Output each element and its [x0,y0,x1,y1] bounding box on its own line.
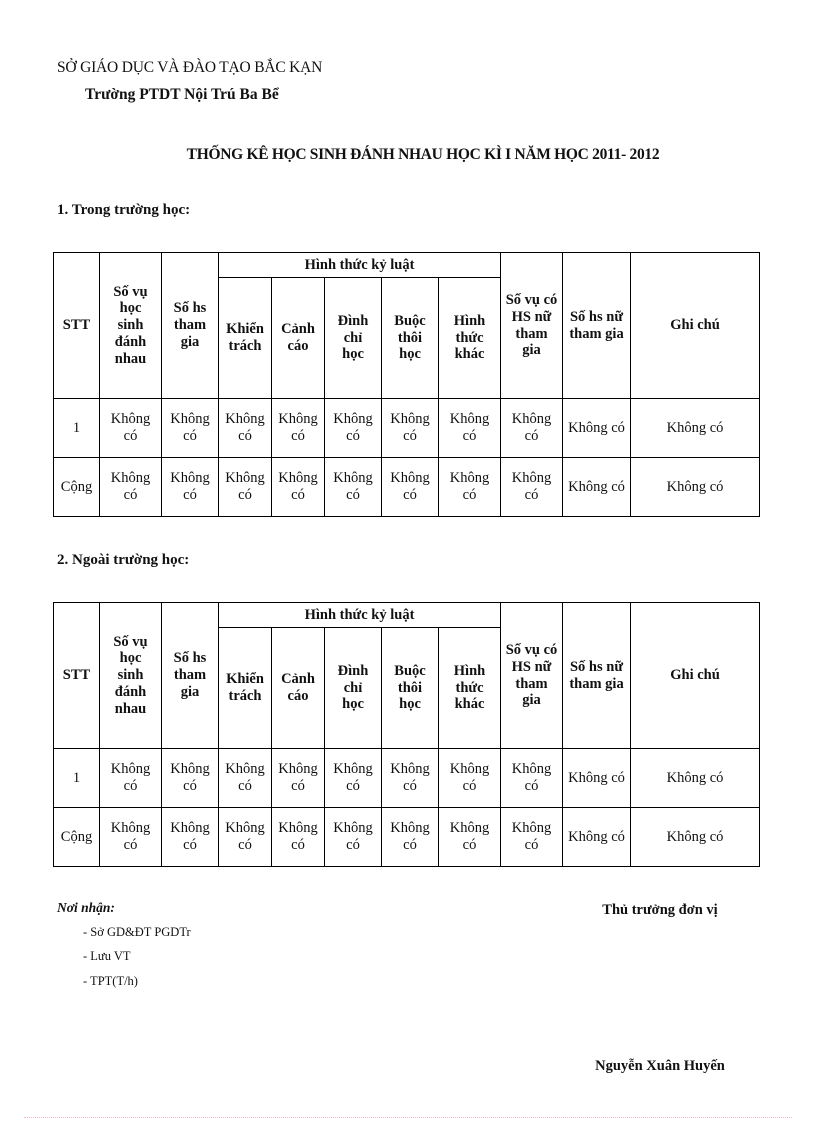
table-body: 1 Không có Không có Không có Không có Kh… [53,398,761,517]
table-in-school: STT Số vụ học sinh đánh nhau Số hs tham … [53,252,761,517]
cell-stt: Cộng [53,457,100,517]
cell-canh-cao: Không có [271,807,325,867]
cell-so-hs-nu-tham-gia: Không có [562,398,632,458]
cell-stt: Cộng [53,807,100,867]
col-buoc-thoi-hoc: Buộc thôi học [381,627,439,749]
col-hinh-thuc-khac: Hình thức khác [437,277,502,399]
col-so-hs-tham-gia: Số hs tham gia [161,252,219,399]
col-so-vu-hoc-sinh-danh-nhau: Số vụ học sinh đánh nhau [99,252,162,399]
col-dinh-chi-hoc: Đình chỉ học [324,277,382,399]
list-item: - Sở GD&ĐT PGDTr [83,925,191,939]
table-row: Cộng Không có Không có Không có Không có… [53,807,761,867]
col-group-hinh-thuc-ky-luat: Hình thức kỷ luật [217,602,502,628]
cell-so-hs-nu-tham-gia: Không có [562,457,632,517]
recipients-block: Nơi nhận: - Sở GD&ĐT PGDTr - Lưu VT - TP… [57,900,191,993]
cell-dinh-chi-hoc: Không có [324,748,382,808]
col-buoc-thoi-hoc: Buộc thôi học [381,277,439,399]
recipients-list: - Sở GD&ĐT PGDTr - Lưu VT - TPT(T/h) [57,920,191,993]
signature-role: Thủ trưởng đơn vị [602,902,718,918]
signature-name: Nguyễn Xuân Huyến [595,1058,725,1074]
cell-so-hs-nu-tham-gia: Không có [562,748,632,808]
cell-so-vu: Không có [99,398,162,458]
bottom-divider [24,1117,792,1119]
list-item: - TPT(T/h) [83,973,138,988]
letterhead: SỞ GIÁO DỤC VÀ ĐÀO TẠO BẮC KẠN Trường PT… [57,58,477,106]
col-stt: STT [53,602,100,749]
col-so-hs-tham-gia: Số hs tham gia [161,602,219,749]
col-canh-cao: Cảnh cáo [271,627,325,749]
school-name: Trường PTDT Nội Trú Ba Bể [85,85,279,103]
cell-ghi-chu: Không có [630,807,761,867]
section-heading-2: 2. Ngoài trường học: [57,552,190,568]
cell-so-vu: Không có [99,807,162,867]
cell-canh-cao: Không có [271,398,325,458]
col-stt: STT [53,252,100,399]
cell-buoc-thoi-hoc: Không có [381,398,439,458]
table-header-group-row: STT Số vụ học sinh đánh nhau Số hs tham … [53,252,761,399]
recipients-title: Nơi nhận: [57,900,115,915]
table-header-group-row: STT Số vụ học sinh đánh nhau Số hs tham … [53,602,761,749]
cell-canh-cao: Không có [271,457,325,517]
cell-so-hs-tham-gia: Không có [161,398,219,458]
col-so-vu-co-hs-nu-tham-gia: Số vụ có HS nữ tham gia [500,252,564,399]
cell-so-vu: Không có [99,748,162,808]
table-outside-school-wrapper: STT Số vụ học sinh đánh nhau Số hs tham … [53,602,761,867]
cell-ghi-chu: Không có [630,398,761,458]
cell-buoc-thoi-hoc: Không có [381,748,439,808]
table-body: 1 Không có Không có Không có Không có Kh… [53,748,761,867]
document-title: THỐNG KÊ HỌC SINH ĐÁNH NHAU HỌC KÌ I NĂM… [186,146,660,163]
cell-khien-trach: Không có [218,748,272,808]
col-hinh-thuc-khac: Hình thức khác [437,627,502,749]
cell-buoc-thoi-hoc: Không có [381,457,439,517]
cell-dinh-chi-hoc: Không có [324,398,382,458]
organization-name: SỞ GIÁO DỤC VÀ ĐÀO TẠO BẮC KẠN [57,59,323,76]
cell-hinh-thuc-khac: Không có [437,457,502,517]
table-in-school-wrapper: STT Số vụ học sinh đánh nhau Số hs tham … [53,252,761,517]
cell-dinh-chi-hoc: Không có [324,457,382,517]
cell-so-vu-co-hs-nu: Không có [500,748,564,808]
cell-stt: 1 [53,398,100,458]
cell-khien-trach: Không có [218,398,272,458]
cell-ghi-chu: Không có [630,457,761,517]
col-so-vu-hoc-sinh-danh-nhau: Số vụ học sinh đánh nhau [99,602,162,749]
cell-so-vu-co-hs-nu: Không có [500,807,564,867]
cell-hinh-thuc-khac: Không có [437,398,502,458]
table-row: 1 Không có Không có Không có Không có Kh… [53,398,761,458]
col-so-vu-co-hs-nu-tham-gia: Số vụ có HS nữ tham gia [500,602,564,749]
table-header: STT Số vụ học sinh đánh nhau Số hs tham … [53,252,761,399]
cell-so-vu: Không có [99,457,162,517]
col-ghi-chu: Ghi chú [630,602,761,749]
col-khien-trach: Khiển trách [218,277,272,399]
cell-hinh-thuc-khac: Không có [437,807,502,867]
cell-so-hs-tham-gia: Không có [161,457,219,517]
cell-hinh-thuc-khac: Không có [437,748,502,808]
cell-khien-trach: Không có [218,457,272,517]
col-ghi-chu: Ghi chú [630,252,761,399]
cell-so-hs-nu-tham-gia: Không có [562,807,632,867]
col-khien-trach: Khiển trách [218,627,272,749]
cell-so-hs-tham-gia: Không có [161,807,219,867]
table-row: 1 Không có Không có Không có Không có Kh… [53,748,761,808]
cell-so-hs-tham-gia: Không có [161,748,219,808]
cell-ghi-chu: Không có [630,748,761,808]
cell-stt: 1 [53,748,100,808]
col-dinh-chi-hoc: Đình chỉ học [324,627,382,749]
table-outside-school: STT Số vụ học sinh đánh nhau Số hs tham … [53,602,761,867]
section-heading-1: 1. Trong trường học: [57,202,191,218]
cell-buoc-thoi-hoc: Không có [381,807,439,867]
table-header: STT Số vụ học sinh đánh nhau Số hs tham … [53,602,761,749]
cell-so-vu-co-hs-nu: Không có [500,457,564,517]
document-page: SỞ GIÁO DỤC VÀ ĐÀO TẠO BẮC KẠN Trường PT… [0,0,816,1123]
cell-dinh-chi-hoc: Không có [324,807,382,867]
col-so-hs-nu-tham-gia: Số hs nữ tham gia [562,252,632,399]
col-canh-cao: Cảnh cáo [271,277,325,399]
col-group-hinh-thuc-ky-luat: Hình thức kỷ luật [217,252,502,278]
cell-khien-trach: Không có [218,807,272,867]
list-item: - Lưu VT [83,949,131,964]
cell-canh-cao: Không có [271,748,325,808]
col-so-hs-nu-tham-gia: Số hs nữ tham gia [562,602,632,749]
cell-so-vu-co-hs-nu: Không có [500,398,564,458]
table-row: Cộng Không có Không có Không có Không có… [53,457,761,517]
